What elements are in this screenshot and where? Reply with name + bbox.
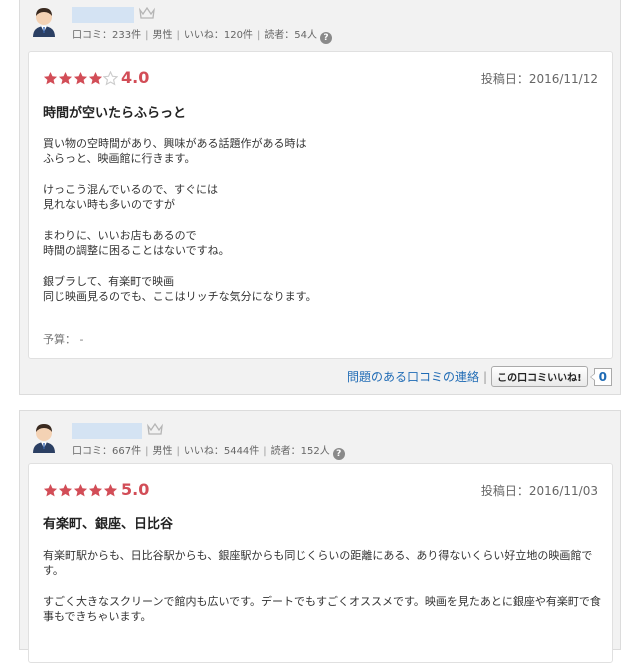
star-filled-icon	[58, 71, 73, 85]
review-body: 有楽町駅からも、日比谷駅からも、銀座駅からも同じくらいの距離にある、あり得ないく…	[43, 548, 603, 640]
review-paragraph: けっこう混んでいるので、すぐには 見れない時も多いのですが	[43, 183, 219, 211]
review-count: 口コミ：667件	[72, 446, 142, 457]
star-filled-icon	[58, 483, 73, 497]
post-date: 投稿日：2016/11/12	[480, 72, 598, 86]
like-total: いいね：5444件	[183, 446, 260, 457]
rating: 4.0	[43, 68, 149, 88]
rating: 5.0	[43, 480, 149, 500]
star-filled-icon	[43, 483, 58, 497]
star-rating	[43, 483, 118, 498]
budget: 予算： -	[43, 333, 84, 346]
review-paragraph: まわりに、いいお店もあるので 時間の調整に困ることはないですね。	[43, 229, 230, 257]
star-filled-icon	[73, 483, 88, 497]
help-icon[interactable]: ?	[320, 32, 333, 44]
review-paragraph: 銀ブラして、有楽町で映画 同じ映画見るのでも、ここはリッチな気分になります。	[43, 275, 317, 303]
gender: 男性	[152, 446, 173, 457]
star-filled-icon	[103, 483, 118, 497]
reviewer-name-redacted[interactable]	[72, 423, 142, 439]
reviewer-header: 口コミ：667件 | 男性 | いいね：5444件 | 読者：152人?	[30, 421, 610, 460]
review-card: 口コミ：233件 | 男性 | いいね：120件 | 読者：54人? 4.0 投稿日：201…	[19, 0, 621, 395]
review-body: 買い物の空時間があり、興味がある話題作がある時は ふらっと、映画館に行きます。 …	[43, 136, 603, 320]
review-paragraph: 買い物の空時間があり、興味がある話題作がある時は ふらっと、映画館に行きます。	[43, 137, 307, 165]
reader-count: 読者：152人	[270, 446, 330, 457]
star-filled-icon	[73, 71, 88, 85]
star-empty-icon	[102, 70, 119, 86]
review-content: 5.0 投稿日：2016/11/03 有楽町、銀座、日比谷 有楽町駅からも、日比…	[28, 463, 613, 663]
reviewer-stats: 口コミ：233件 | 男性 | いいね：120件 | 読者：54人?	[72, 26, 333, 44]
reviewer-stats: 口コミ：667件 | 男性 | いいね：5444件 | 読者：152人?	[72, 442, 345, 460]
like-total: いいね：120件	[183, 30, 253, 41]
crown-icon	[147, 422, 163, 435]
star-filled-icon	[88, 71, 103, 85]
report-review-link[interactable]: 問題のある口コミの連絡	[347, 370, 479, 384]
like-button[interactable]: この口コミいいね!	[491, 366, 588, 387]
post-date: 投稿日：2016/11/03	[480, 484, 598, 498]
reader-count: 読者：54人	[264, 30, 318, 41]
star-filled-icon	[43, 71, 58, 85]
review-paragraph: すごく大きなスクリーンで館内も広いです。デートでもすごくオススメです。映画を見た…	[43, 595, 601, 623]
star-rating	[43, 70, 119, 86]
review-title: 時間が空いたらふらっと	[43, 106, 187, 121]
crown-icon	[139, 6, 155, 19]
star-filled-icon	[88, 483, 103, 497]
rating-score: 4.0	[121, 68, 150, 87]
reviewer-header: 口コミ：233件 | 男性 | いいね：120件 | 読者：54人?	[30, 5, 610, 44]
rating-score: 5.0	[121, 480, 150, 499]
review-actions: 問題のある口コミの連絡 | この口コミいいね! 0	[347, 366, 612, 387]
review-title: 有楽町、銀座、日比谷	[43, 517, 174, 532]
review-card: 口コミ：667件 | 男性 | いいね：5444件 | 読者：152人? 5.0 投稿日：2…	[19, 410, 621, 663]
avatar[interactable]	[30, 5, 58, 37]
divider: |	[483, 369, 488, 384]
like-count: 0	[589, 367, 612, 386]
gender: 男性	[152, 30, 173, 41]
reviewer-name-redacted[interactable]	[72, 7, 134, 23]
review-content: 4.0 投稿日：2016/11/12 時間が空いたらふらっと 買い物の空時間があ…	[28, 51, 613, 359]
help-icon[interactable]: ?	[332, 448, 345, 460]
review-paragraph: 有楽町駅からも、日比谷駅からも、銀座駅からも同じくらいの距離にある、あり得ないく…	[43, 549, 593, 577]
review-count: 口コミ：233件	[72, 30, 142, 41]
avatar[interactable]	[30, 421, 58, 453]
